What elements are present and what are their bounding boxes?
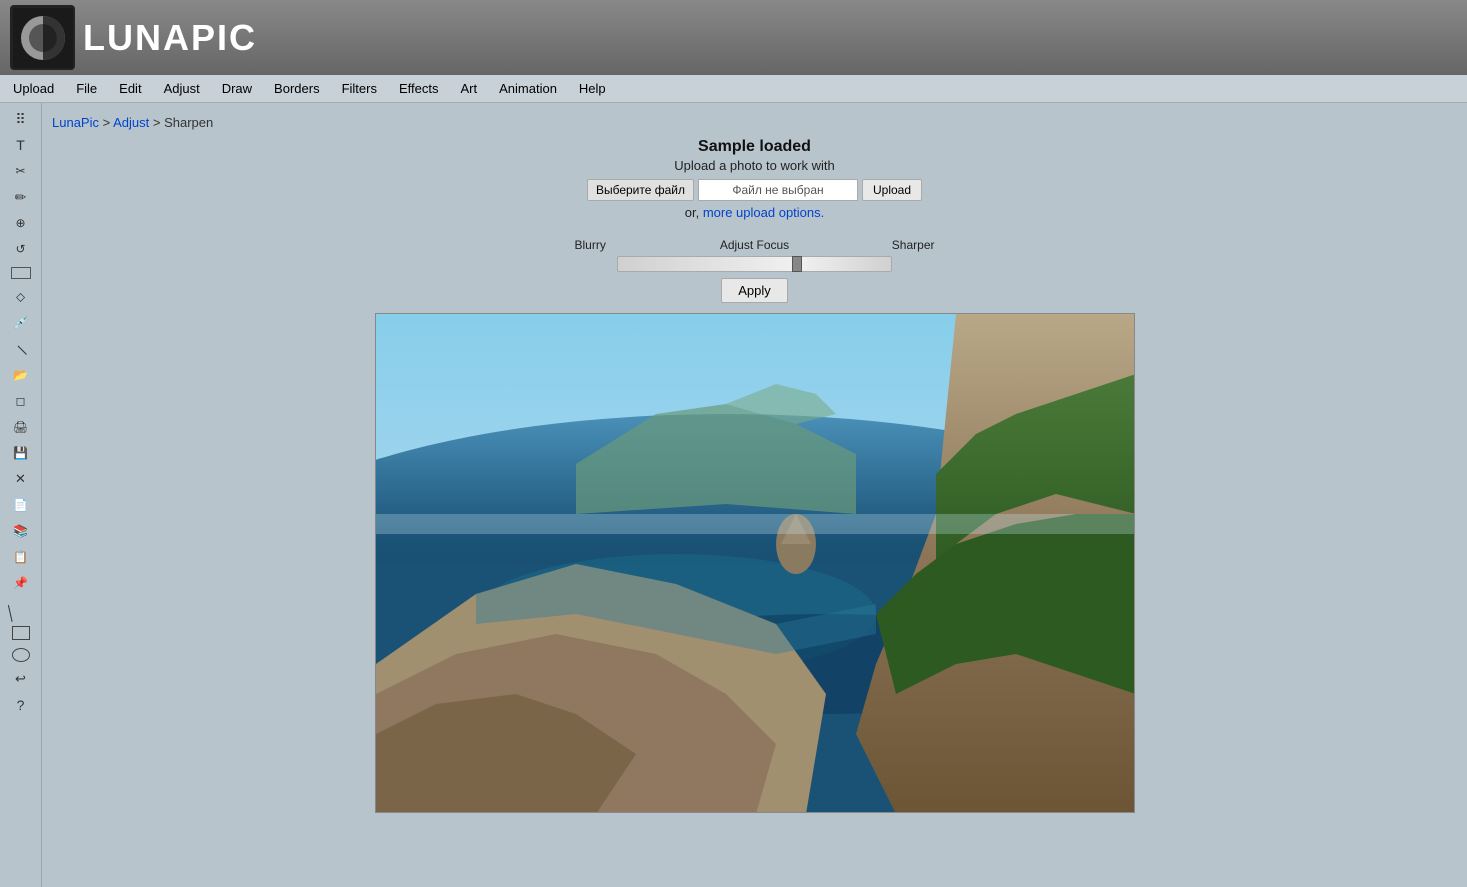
rectangle-select[interactable] [11,267,31,279]
breadcrumb-adjust[interactable]: Adjust [113,115,149,130]
label-blurry: Blurry [575,238,695,252]
image-container [375,313,1135,813]
label-adjust-focus: Adjust Focus [695,238,815,252]
logo-text: LUNAPIC [83,17,257,59]
help-tool[interactable]: ? [5,693,37,717]
center-panel: Sample loaded Upload a photo to work wit… [42,138,1467,813]
menu-file[interactable]: File [65,76,108,101]
logo: LUNAPIC [10,5,257,70]
upload-button[interactable]: Upload [862,179,922,201]
menu-art[interactable]: Art [449,76,488,101]
open-tool[interactable]: 📂 [5,363,37,387]
content-area: LunaPic > Adjust > Sharpen Sample loaded… [42,103,1467,887]
erase-tool[interactable]: ◻ [5,389,37,413]
menu-animation[interactable]: Animation [488,76,568,101]
cut-tool[interactable]: ✂ [5,159,37,183]
print-tool[interactable]: 🖨 [5,415,37,439]
label-sharper: Sharper [815,238,935,252]
menu-draw[interactable]: Draw [211,76,263,101]
upload-title: Sample loaded [587,138,922,156]
menu-upload[interactable]: Upload [2,76,65,101]
breadcrumb-sep2: > [149,115,164,130]
copy-tool[interactable]: 📋 [5,545,37,569]
save-tool[interactable]: 💾 [5,441,37,465]
breadcrumb: LunaPic > Adjust > Sharpen [42,111,1467,138]
pencil-tool[interactable]: ✏ [5,185,37,209]
more-upload-options-link[interactable]: more upload options. [703,205,824,220]
text-tool[interactable]: T [5,133,37,157]
slider-thumb[interactable] [792,256,802,272]
main-layout: ⠿ T ✂ ✏ ⊕ ↺ ⬦ 💉 | 📂 ◻ 🖨 💾 ✕ 📄 📚 📋 📌 ╱ ↩ … [0,103,1467,887]
menu-effects[interactable]: Effects [388,76,450,101]
slider-row [617,256,892,272]
upload-controls: Выберите файл Файл не выбран Upload [587,179,922,201]
breadcrumb-home[interactable]: LunaPic [52,115,99,130]
upload-subtitle: Upload a photo to work with [587,158,922,173]
header: LUNAPIC [0,0,1467,75]
slider-labels: Blurry Adjust Focus Sharper [575,238,935,252]
breadcrumb-current: Sharpen [164,115,213,130]
grid-tool[interactable]: ⠿ [5,107,37,131]
menu-help[interactable]: Help [568,76,617,101]
new-file-tool[interactable]: 📄 [5,493,37,517]
sharpen-section: Blurry Adjust Focus Sharper Apply [575,238,935,303]
menu-filters[interactable]: Filters [331,76,388,101]
slider-left-track [617,256,792,272]
menubar: Upload File Edit Adjust Draw Borders Fil… [0,75,1467,103]
landscape-image [376,314,1135,813]
undo-tool[interactable]: ↩ [5,667,37,691]
slider-right-track [802,256,892,272]
close-tool[interactable]: ✕ [5,467,37,491]
choose-file-button[interactable]: Выберите файл [587,179,694,201]
zoom-tool[interactable]: ⊕ [5,211,37,235]
apply-button[interactable]: Apply [721,278,788,303]
breadcrumb-sep1: > [99,115,113,130]
upload-section: Sample loaded Upload a photo to work wit… [587,138,922,226]
paste-tool[interactable]: 📌 [5,571,37,595]
fill-tool[interactable]: ⬦ [5,285,37,309]
ellipse-tool[interactable] [12,648,30,662]
logo-icon [10,5,75,70]
rotate-tool[interactable]: ↺ [5,237,37,261]
sidebar: ⠿ T ✂ ✏ ⊕ ↺ ⬦ 💉 | 📂 ◻ 🖨 💾 ✕ 📄 📚 📋 📌 ╱ ↩ … [0,103,42,887]
rect-shape-tool[interactable] [12,626,30,640]
menu-borders[interactable]: Borders [263,76,331,101]
layers-tool[interactable]: 📚 [5,519,37,543]
menu-edit[interactable]: Edit [108,76,152,101]
menu-adjust[interactable]: Adjust [153,76,211,101]
or-text: or, more upload options. [587,205,922,220]
pen-line-tool[interactable]: ╱ [1,590,41,629]
file-name-display: Файл не выбран [698,179,858,201]
